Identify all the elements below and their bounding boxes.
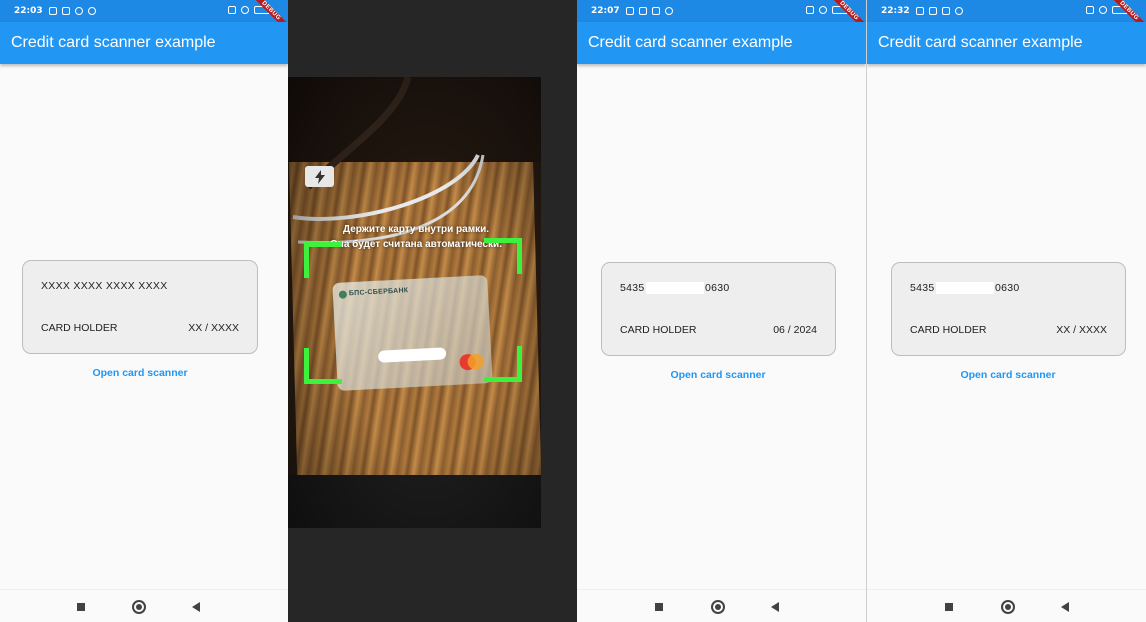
wifi-icon <box>819 6 827 14</box>
home-icon[interactable] <box>711 600 725 614</box>
trash-icon <box>941 7 950 15</box>
card-number: XXXX XXXX XXXX XXXX <box>41 280 168 292</box>
battery-icon <box>254 6 270 14</box>
app-bar-title: Credit card scanner example <box>577 22 866 64</box>
card-holder: CARD HOLDER <box>910 324 987 336</box>
recent-apps-icon[interactable] <box>77 603 85 611</box>
sim-icon <box>1086 6 1094 14</box>
card-expiry: 06 / 2024 <box>773 324 817 336</box>
status-time: 22:07 <box>591 6 620 16</box>
status-bar: 22:32 <box>867 0 1146 22</box>
app-bar-title: Credit card scanner example <box>867 22 1146 64</box>
back-icon[interactable] <box>1061 602 1069 612</box>
card-holder: CARD HOLDER <box>620 324 697 336</box>
camera-icon <box>638 7 647 15</box>
back-icon[interactable] <box>771 602 779 612</box>
back-icon[interactable] <box>192 602 200 612</box>
navigation-bar <box>0 589 288 622</box>
status-bar: 22:03 <box>0 0 288 22</box>
trash-icon <box>651 7 660 15</box>
sync-icon <box>954 7 963 15</box>
app-icon <box>87 7 96 15</box>
recent-apps-icon[interactable] <box>655 603 663 611</box>
phone-screen-3: 22:32 DEBUG Credit card scanner example … <box>867 0 1146 622</box>
card-number: 5435 0630 <box>620 282 730 295</box>
phone-screen-1: 22:03 DEBUG Credit card scanner example … <box>0 0 288 622</box>
redaction-bar <box>377 347 447 363</box>
screenshot-strip: 22:03 DEBUG Credit card scanner example … <box>0 0 1146 622</box>
scan-frame-corner-top-left <box>304 242 342 278</box>
app-bar-title: Credit card scanner example <box>0 22 288 64</box>
lightning-icon <box>314 169 325 184</box>
card-number-end: 0630 <box>995 282 1020 294</box>
scan-frame-corner-bottom-left <box>304 348 342 384</box>
card-expiry: XX / XXXX <box>1056 324 1107 336</box>
notification-icon <box>915 7 924 15</box>
home-icon[interactable] <box>1001 600 1015 614</box>
scan-frame-corner-top-right <box>484 238 522 274</box>
sim-icon <box>228 6 236 14</box>
navigation-bar <box>867 589 1146 622</box>
bank-logo-icon <box>338 290 348 299</box>
phone-screen-2: 22:07 DEBUG Credit card scanner example … <box>577 0 866 622</box>
card-number-start: 5435 <box>620 282 645 294</box>
open-card-scanner-button[interactable]: Open card scanner <box>0 367 280 379</box>
card-number-redaction <box>935 282 994 295</box>
sync-icon <box>74 7 83 15</box>
recent-apps-icon[interactable] <box>945 603 953 611</box>
credit-card-widget: 5435 0630 CARD HOLDER XX / XXXX <box>891 262 1126 356</box>
bank-name: БПС-СБЕРБАНК <box>348 287 409 298</box>
open-card-scanner-button[interactable]: Open card scanner <box>577 369 859 381</box>
card-holder: CARD HOLDER <box>41 322 118 334</box>
credit-card-widget: 5435 0630 CARD HOLDER 06 / 2024 <box>601 262 836 356</box>
camera-scanner-screen: БПС-СБЕРБАНК Держите карту внутри рамки.… <box>288 0 577 622</box>
trash-icon <box>61 7 70 15</box>
wifi-icon <box>241 6 249 14</box>
card-number-start: 5435 <box>910 282 935 294</box>
scan-frame-corner-bottom-right <box>484 346 522 382</box>
notification-icon <box>625 7 634 15</box>
battery-icon <box>1112 6 1128 14</box>
camera-preview: БПС-СБЕРБАНК <box>288 77 541 528</box>
card-number-end: 0630 <box>705 282 730 294</box>
navigation-bar <box>577 589 866 622</box>
card-expiry: XX / XXXX <box>188 322 239 334</box>
scanned-credit-card: БПС-СБЕРБАНК <box>332 275 493 391</box>
card-number-redaction <box>645 282 704 295</box>
sync-icon <box>664 7 673 15</box>
status-time: 22:32 <box>881 6 910 16</box>
sim-icon <box>806 6 814 14</box>
open-card-scanner-button[interactable]: Open card scanner <box>867 369 1146 381</box>
notification-icon <box>48 7 57 15</box>
camera-icon <box>928 7 937 15</box>
home-icon[interactable] <box>132 600 146 614</box>
status-bar: 22:07 <box>577 0 866 22</box>
wifi-icon <box>1099 6 1107 14</box>
credit-card-widget: XXXX XXXX XXXX XXXX CARD HOLDER XX / XXX… <box>22 260 258 354</box>
card-number: 5435 0630 <box>910 282 1020 295</box>
instruction-line-1: Держите карту внутри рамки. <box>342 224 490 235</box>
battery-icon <box>832 6 848 14</box>
status-time: 22:03 <box>14 6 43 16</box>
flash-toggle-button[interactable] <box>305 166 334 187</box>
